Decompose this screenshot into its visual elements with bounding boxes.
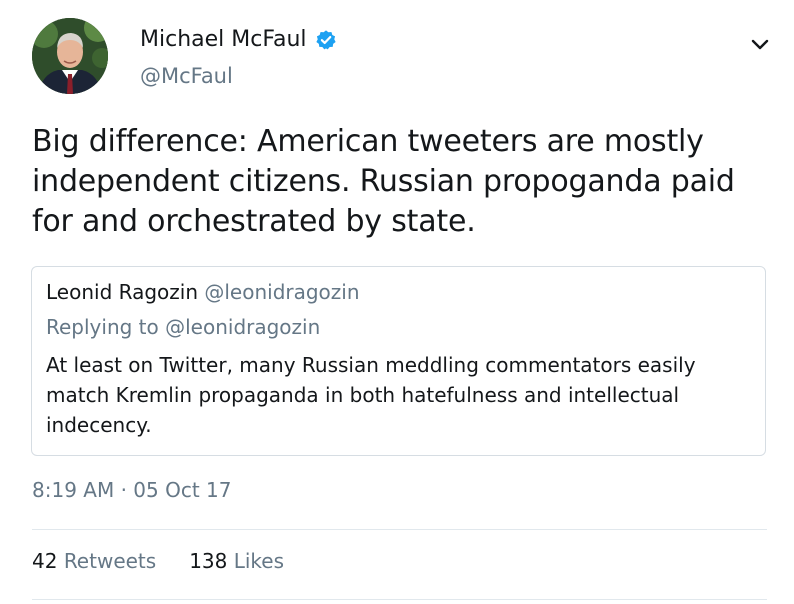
likes-label: Likes (233, 549, 285, 573)
profile-photo-icon (32, 18, 108, 94)
divider (32, 599, 767, 600)
retweets-count: 42 (32, 549, 58, 573)
engagement-stats: 42 Retweets 138 Likes (32, 548, 284, 574)
avatar[interactable] (32, 18, 108, 94)
quoted-tweet-header: Leonid Ragozin @leonidragozin (46, 279, 360, 305)
retweets-stat[interactable]: 42 Retweets (32, 548, 156, 574)
retweets-label: Retweets (63, 549, 157, 573)
quoted-author-handle: @leonidragozin (204, 280, 360, 304)
verified-badge-icon (315, 29, 337, 51)
author-handle[interactable]: @McFaul (140, 62, 233, 90)
tweet-detail: Michael McFaul @McFaul Big difference: A… (0, 0, 794, 604)
likes-stat[interactable]: 138 Likes (189, 548, 284, 574)
quoted-author-name: Leonid Ragozin (46, 280, 198, 304)
chevron-down-icon[interactable] (748, 34, 772, 54)
quoted-tweet-text: At least on Twitter, many Russian meddli… (46, 353, 696, 437)
quoted-reply-context: Replying to @leonidragozin (46, 315, 321, 339)
likes-count: 138 (189, 549, 228, 573)
author-display-name[interactable]: Michael McFaul (140, 26, 307, 54)
quoted-tweet-card[interactable]: Leonid Ragozin @leonidragozin Replying t… (31, 266, 766, 456)
tweet-timestamp[interactable]: 8:19 AM · 05 Oct 17 (32, 477, 231, 503)
divider (32, 529, 767, 530)
author-name-row[interactable]: Michael McFaul (140, 26, 337, 54)
tweet-text: Big difference: American tweeters are mo… (32, 124, 735, 239)
